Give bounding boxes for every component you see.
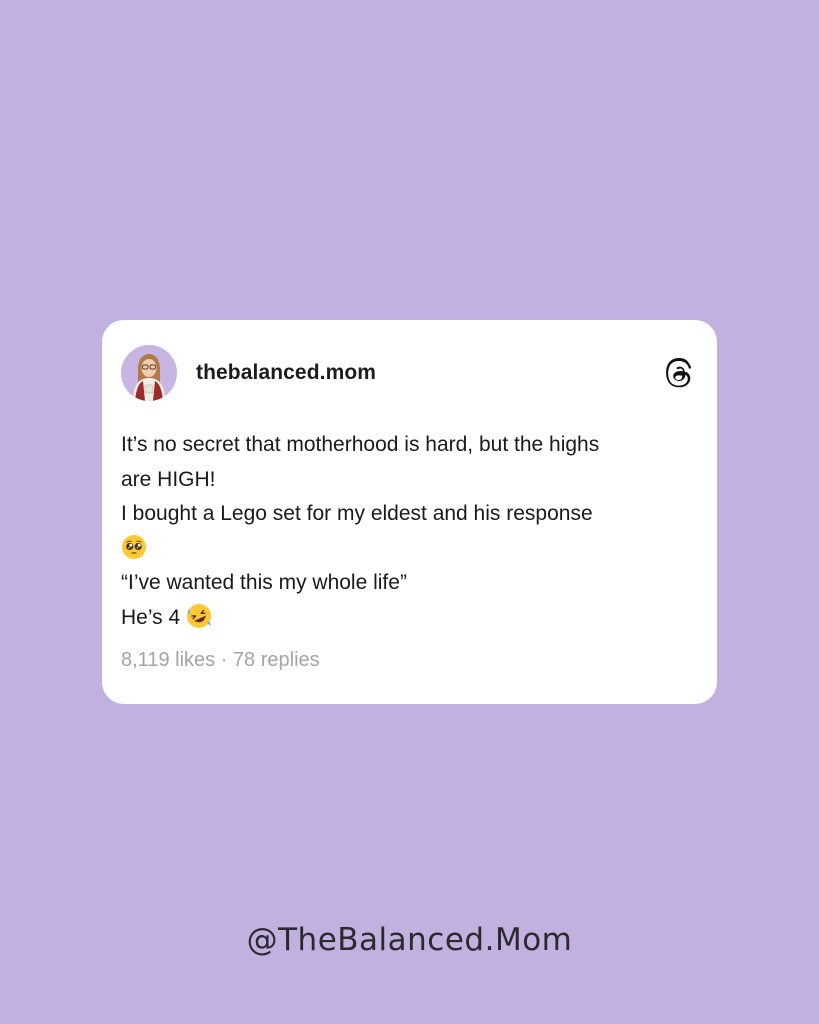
pleading-face-emoji-icon bbox=[122, 534, 146, 559]
likes-count[interactable]: 8,119 likes bbox=[121, 649, 215, 671]
post-stats: 8,119 likes · 78 replies bbox=[121, 648, 320, 672]
threads-glyph bbox=[666, 358, 692, 388]
replies-count[interactable]: 78 replies bbox=[233, 649, 320, 671]
profile-photo-icon bbox=[121, 345, 177, 401]
threads-logo-icon[interactable] bbox=[663, 357, 695, 391]
avatar[interactable] bbox=[121, 345, 177, 401]
footer-handle: @TheBalanced.Mom bbox=[246, 922, 573, 958]
username[interactable]: thebalanced.mom bbox=[196, 360, 376, 386]
post-line: It’s no secret that motherhood is hard, … bbox=[121, 433, 600, 456]
post-line-text: He’s 4 bbox=[121, 605, 181, 629]
post-body: It’s no secret that motherhood is hard, … bbox=[121, 428, 701, 635]
rolling-on-floor-laughing-emoji-icon bbox=[187, 603, 211, 628]
post-card: thebalanced.mom It’s no secret that moth… bbox=[102, 320, 717, 704]
post-line: I bought a Lego set for my eldest and hi… bbox=[121, 502, 593, 525]
stats-separator: · bbox=[215, 649, 233, 671]
post-line: “I’ve wanted this my whole life” bbox=[121, 571, 407, 594]
post-line-emoji bbox=[121, 532, 701, 567]
post-line-with-emoji: He’s 4 bbox=[121, 601, 701, 636]
post-line: are HIGH! bbox=[121, 467, 216, 491]
